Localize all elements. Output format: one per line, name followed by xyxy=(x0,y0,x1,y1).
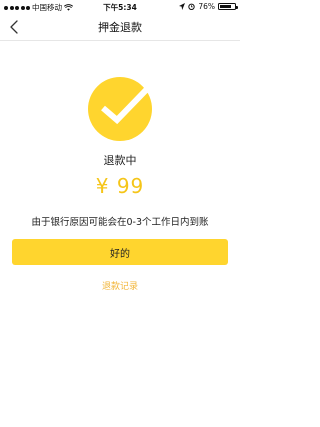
status-right: 76% xyxy=(179,2,238,11)
checkmark-icon xyxy=(88,77,152,141)
ok-button[interactable]: 好的 xyxy=(12,239,228,265)
alarm-icon xyxy=(188,3,196,10)
status-bar: 中国移动 下午5:34 76% xyxy=(0,0,240,14)
arrival-note: 由于银行原因可能会在0-3个工作日内到账 xyxy=(31,217,209,228)
refund-status: 退款中 xyxy=(103,154,137,167)
refund-amount: ¥ 99 xyxy=(95,174,145,198)
nav-bar: 押金退款 xyxy=(0,14,240,41)
refund-history-link[interactable]: 退款记录 xyxy=(0,279,240,292)
battery-percent: 76% xyxy=(198,2,215,11)
page-title: 押金退款 xyxy=(98,21,142,34)
battery-icon xyxy=(218,3,238,10)
location-arrow-icon xyxy=(179,3,186,10)
